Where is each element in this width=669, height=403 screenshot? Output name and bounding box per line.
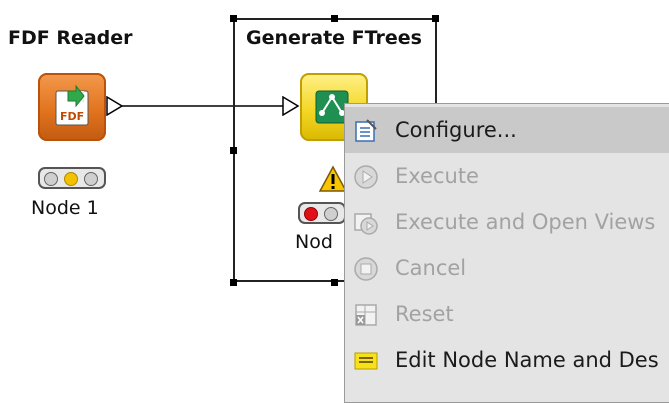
- selection-handle[interactable]: [331, 279, 338, 286]
- selection-handle[interactable]: [230, 279, 237, 286]
- execute-open-views-icon: [354, 213, 378, 235]
- node-1-status-light: [38, 167, 106, 189]
- execute-icon: [354, 165, 378, 189]
- cancel-icon: [354, 257, 378, 281]
- menu-item-execute[interactable]: Execute: [345, 153, 669, 199]
- menu-item-label: Cancel: [395, 256, 467, 280]
- menu-item-label: Edit Node Name and Des: [395, 348, 659, 372]
- menu-item-label: Configure...: [395, 118, 517, 142]
- configure-icon: [355, 119, 377, 142]
- status-light-off: [84, 172, 98, 186]
- selection-handle[interactable]: [432, 15, 439, 22]
- node-1-title[interactable]: FDF Reader: [8, 27, 133, 49]
- menu-item-edit-node-name[interactable]: Edit Node Name and Des: [345, 337, 669, 383]
- menu-item-execute-open-views[interactable]: Execute and Open Views: [345, 199, 669, 245]
- menu-item-configure[interactable]: Configure...: [345, 107, 669, 153]
- file-import-icon: [55, 84, 89, 126]
- menu-item-label: Reset: [395, 302, 454, 326]
- node-1-output-port[interactable]: [106, 96, 124, 116]
- selection-handle[interactable]: [230, 15, 237, 22]
- node-1-label[interactable]: Node 1: [31, 197, 99, 219]
- selection-handle[interactable]: [230, 147, 237, 154]
- menu-item-reset[interactable]: Reset: [345, 291, 669, 337]
- edit-comment-icon: [354, 352, 378, 370]
- fdf-reader-node-icon[interactable]: FDF: [38, 73, 106, 141]
- context-menu: Configure... Execute Execute and Open Vi…: [344, 103, 669, 403]
- selection-handle[interactable]: [331, 15, 338, 22]
- reset-icon: [355, 304, 377, 326]
- status-light-yellow: [64, 172, 78, 186]
- status-light-off: [44, 172, 58, 186]
- menu-item-cancel[interactable]: Cancel: [345, 245, 669, 291]
- fdf-icon-text: FDF: [60, 110, 85, 123]
- menu-item-label: Execute and Open Views: [395, 210, 656, 234]
- menu-item-label: Execute: [395, 164, 479, 188]
